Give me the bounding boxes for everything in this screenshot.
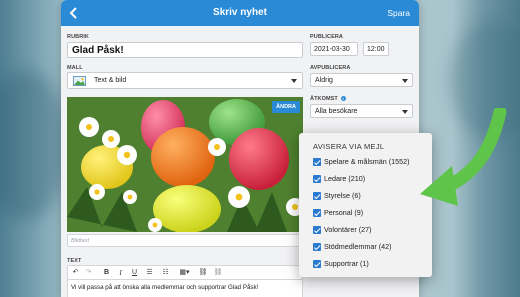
chevron-down-icon: [402, 79, 408, 83]
headline-input[interactable]: Glad Påsk!: [67, 42, 303, 58]
notify-item-label: Stödmedlemmar (42): [324, 242, 392, 251]
checkbox-checked-icon[interactable]: [313, 260, 321, 268]
image-template-icon: [73, 76, 86, 86]
chevron-down-icon: [291, 79, 297, 83]
template-label: MALL: [67, 65, 83, 71]
checkbox-checked-icon[interactable]: [313, 192, 321, 200]
publish-date-input[interactable]: 2021-03-30: [310, 42, 358, 56]
checkbox-checked-icon[interactable]: [313, 226, 321, 234]
curved-arrow-icon: [420, 108, 507, 206]
notify-item-label: Styrelse (6): [324, 191, 361, 200]
news-image: ÄNDRA: [67, 97, 303, 232]
checkbox-checked-icon[interactable]: [313, 209, 321, 217]
notify-item-label: Ledare (210): [324, 174, 366, 183]
notify-item-label: Spelare & målsmän (1552): [324, 157, 410, 166]
notify-item-label: Supportrar (1): [324, 259, 369, 268]
caption-input[interactable]: Bildtext: [67, 234, 303, 247]
checkbox-checked-icon[interactable]: [313, 175, 321, 183]
unpublish-label: AVPUBLICERA: [310, 65, 351, 71]
template-value: Text & bild: [94, 77, 127, 84]
change-image-button[interactable]: ÄNDRA: [272, 101, 300, 113]
checkbox-checked-icon[interactable]: [313, 243, 321, 251]
checkbox-checked-icon[interactable]: [313, 158, 321, 166]
text-label: TEXT: [67, 258, 82, 264]
access-label: ÅTKOMST: [310, 96, 338, 102]
email-notify-panel: AVISERA VIA MEJL Spelare & målsmän (1552…: [299, 133, 432, 277]
link-icon[interactable]: ⛓: [198, 268, 208, 278]
notify-item-label: Volontärer (27): [324, 225, 372, 234]
save-button[interactable]: Spara: [387, 8, 410, 18]
bullet-list-icon[interactable]: ☰: [144, 268, 155, 278]
page-title: Skriv nyhet: [213, 7, 267, 18]
italic-icon[interactable]: I: [116, 268, 125, 278]
underline-icon[interactable]: U: [130, 268, 139, 278]
access-label-row: ÅTKOMST i: [310, 96, 346, 102]
redo-icon[interactable]: ↷: [84, 268, 93, 278]
access-value: Alla besökare: [315, 108, 358, 115]
notify-item-label: Personal (9): [324, 208, 364, 217]
bold-icon[interactable]: B: [102, 268, 111, 278]
template-select[interactable]: Text & bild: [67, 72, 303, 89]
unpublish-select[interactable]: Aldrig: [310, 73, 413, 87]
unlink-icon[interactable]: ⛓: [213, 268, 223, 278]
easter-eggs-photo: [67, 97, 303, 232]
unpublish-value: Aldrig: [315, 77, 333, 84]
chevron-down-icon: [402, 110, 408, 114]
headline-label: RUBRIK: [67, 34, 89, 40]
notify-title: AVISERA VIA MEJL: [313, 142, 385, 151]
text-editor[interactable]: Vi vill passa på att önska alla medlemma…: [67, 279, 303, 297]
top-bar: Skriv nyhet Spara: [61, 0, 419, 26]
undo-icon[interactable]: ↶: [71, 268, 80, 278]
editor-toolbar: ↶ ↷ B I U ☰ ☷ ▦▾ ⛓ ⛓: [67, 265, 303, 279]
numbered-list-icon[interactable]: ☷: [160, 268, 171, 278]
info-icon[interactable]: i: [340, 96, 346, 101]
publish-time-input[interactable]: 12:00: [363, 42, 389, 56]
publish-label: PUBLICERA: [310, 34, 343, 40]
table-icon[interactable]: ▦▾: [176, 268, 193, 278]
access-select[interactable]: Alla besökare: [310, 104, 413, 118]
background-blur-left: [0, 70, 70, 220]
